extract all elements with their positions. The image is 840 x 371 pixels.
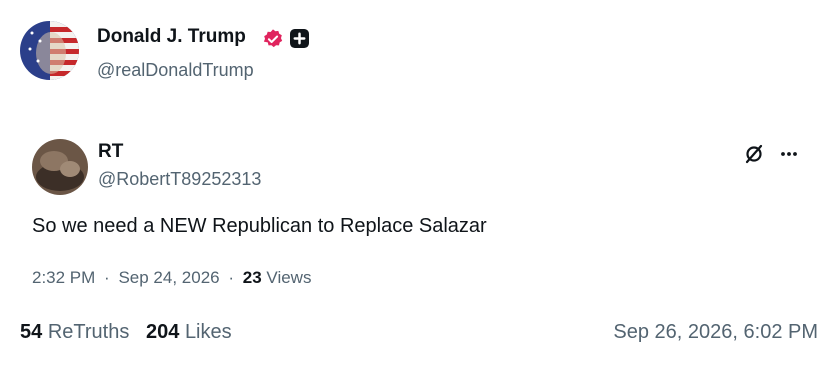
rt-post-time: 2:32 PM [32,268,96,287]
author-avatar[interactable] [20,21,79,80]
rt-avatar[interactable] [32,139,88,195]
more-options-icon[interactable] [777,142,801,166]
meta-separator: · [228,268,235,287]
rt-display-name[interactable]: RT [98,141,123,163]
likes-stat[interactable]: 204 Likes [146,321,232,343]
likes-label: Likes [184,321,232,343]
mute-icon[interactable] [742,142,766,166]
rt-post-meta: 2:32 PM · Sep 24, 2026 · 23 Views [32,268,311,288]
author-handle[interactable]: @realDonaldTrump [97,60,254,81]
flag-face-avatar-icon [20,21,79,80]
views-count: 23 [242,268,262,287]
rt-post-date: Sep 24, 2026 [118,268,220,287]
verified-badge-icon [263,29,283,48]
retruths-count: 54 [20,321,43,343]
rt-avatar-image-icon [32,139,88,195]
plus-badge-icon [290,29,309,48]
shared-timestamp[interactable]: Sep 26, 2026, 6:02 PM [613,321,818,344]
rt-post-text: So we need a NEW Republican to Replace S… [32,215,487,237]
retruths-label: ReTruths [47,321,130,343]
views-label: Views [266,268,312,287]
likes-count: 204 [146,321,180,343]
retruths-stat[interactable]: 54 ReTruths [20,321,129,343]
author-display-name[interactable]: Donald J. Trump [97,26,246,48]
rt-handle[interactable]: @RobertT89252313 [98,169,261,190]
engagement-stats: 54 ReTruths 204 Likes [20,321,232,344]
meta-separator: · [104,268,110,287]
